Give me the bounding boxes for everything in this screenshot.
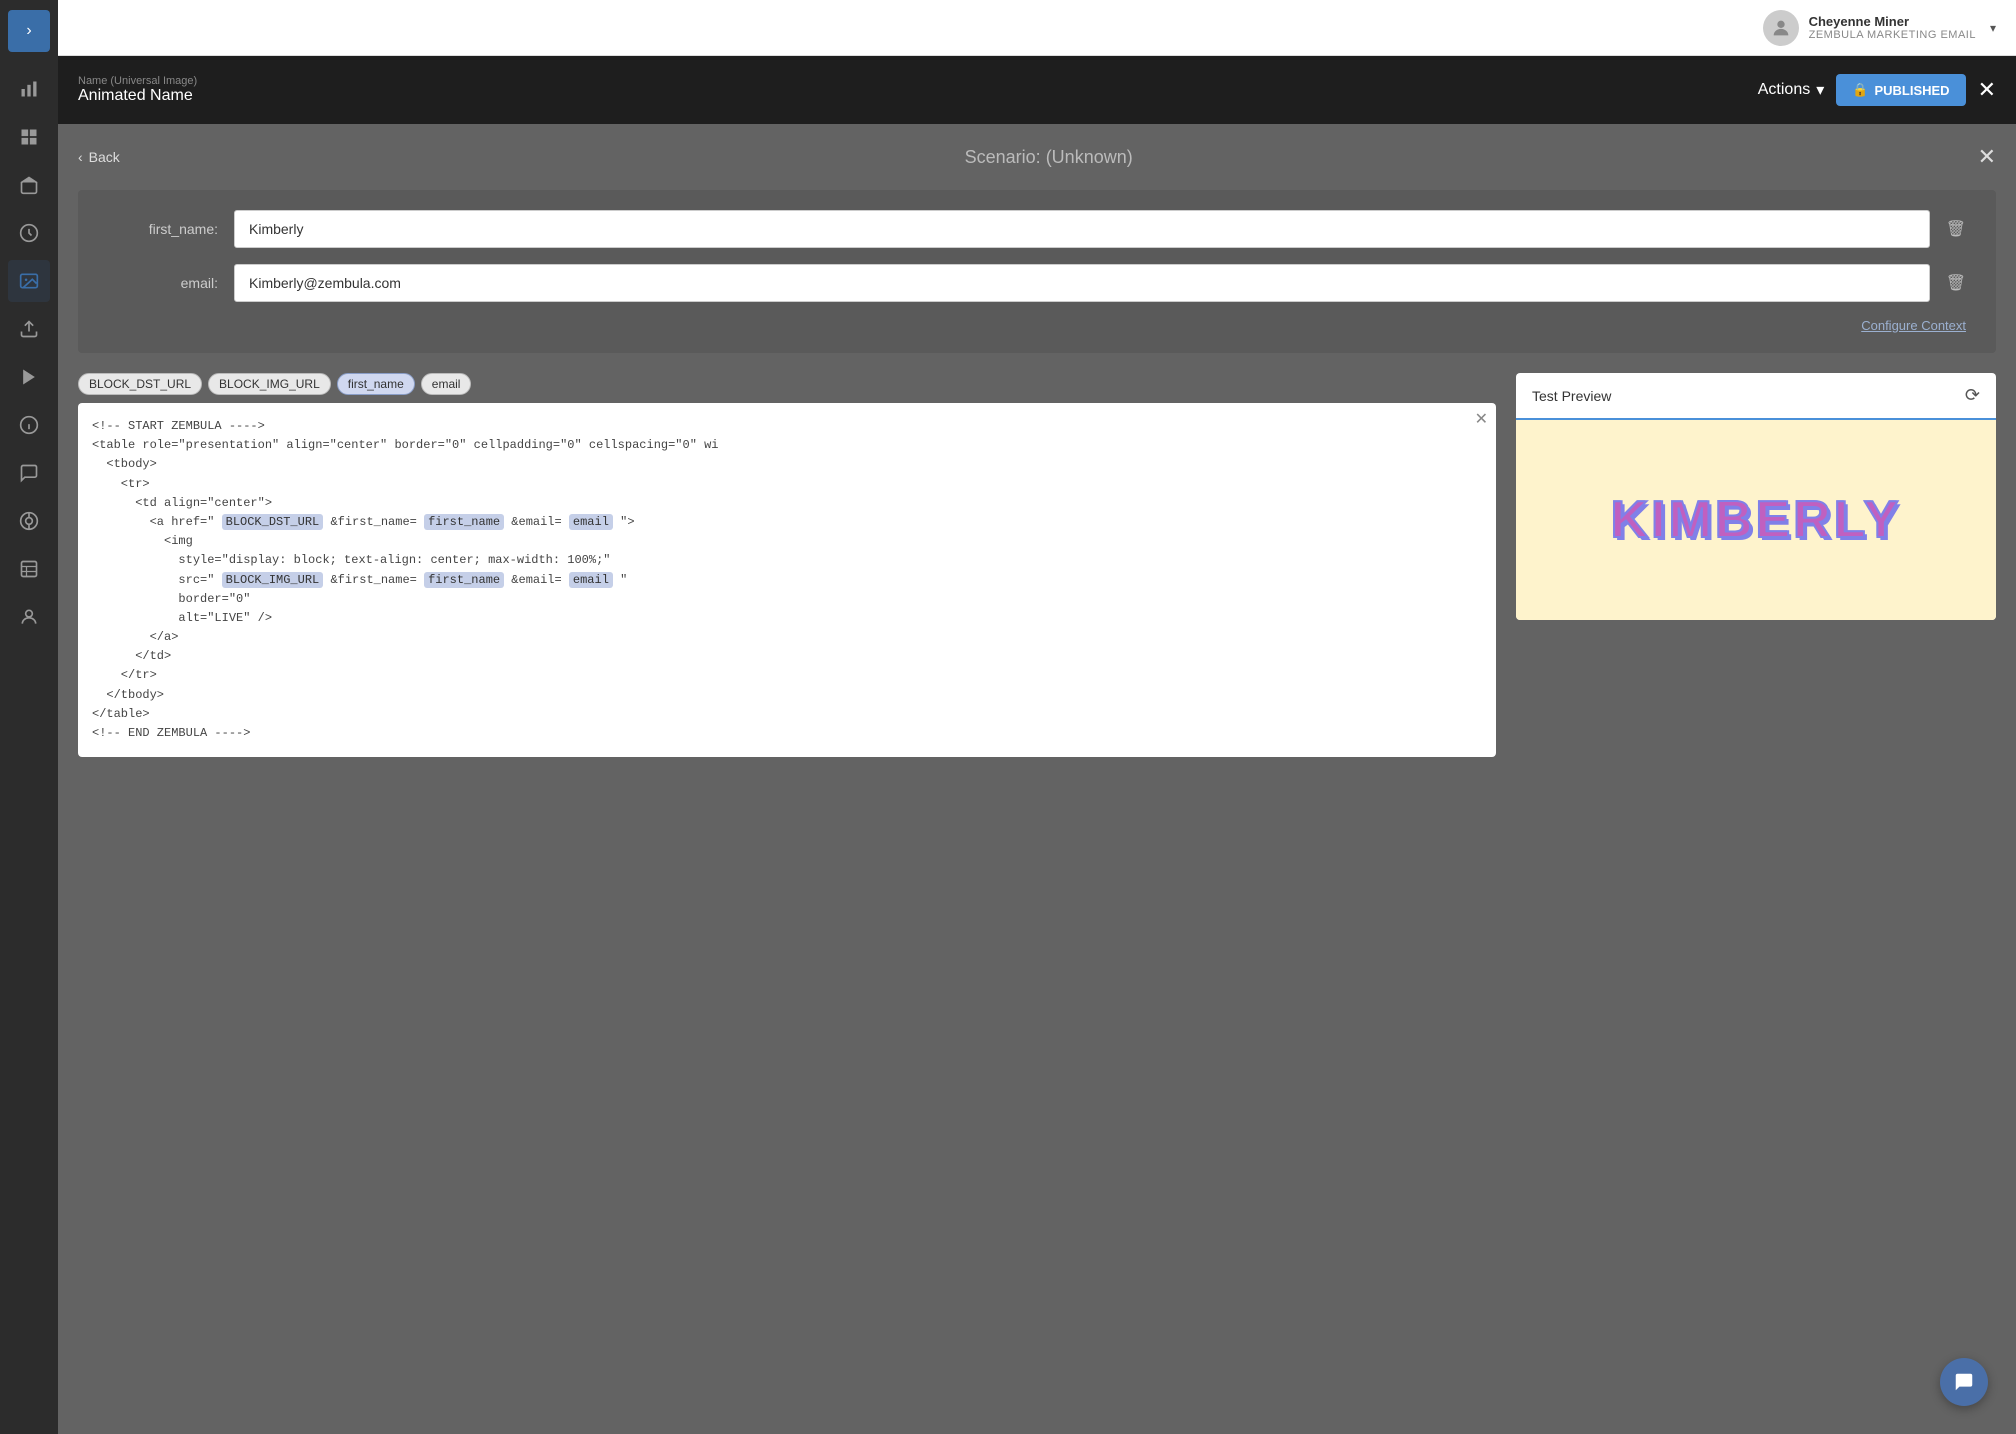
content-sublabel: Name (Universal Image): [78, 75, 197, 87]
sidebar-item-insights[interactable]: [8, 212, 50, 254]
user-org: ZEMBULA MARKETING EMAIL: [1809, 29, 1976, 41]
code-line-3: <tbody>: [92, 455, 1482, 474]
chevron-left-icon: ‹: [78, 149, 83, 165]
preview-panel: Test Preview ⟳ KIMBERLY: [1516, 373, 1996, 620]
scenario-close-button[interactable]: ✕: [1978, 144, 1996, 170]
sidebar-item-upload[interactable]: [8, 308, 50, 350]
code-line-12: </a>: [92, 628, 1482, 647]
code-line-8: style="display: block; text-align: cente…: [92, 551, 1482, 570]
avatar: [1763, 10, 1799, 46]
close-button[interactable]: ✕: [1978, 77, 1996, 103]
scenario-header: ‹ Back Scenario: (Unknown) ✕: [78, 144, 1996, 170]
preview-title: Test Preview: [1532, 388, 1611, 404]
preview-name-text: KIMBERLY: [1611, 490, 1902, 550]
refresh-button[interactable]: ⟳: [1965, 385, 1980, 406]
sidebar-item-messages[interactable]: [8, 452, 50, 494]
tags-row: BLOCK_DST_URL BLOCK_IMG_URL first_name e…: [78, 373, 1496, 395]
form-area: first_name: 🗑 email: 🗑 Configure Context: [78, 190, 1996, 353]
email-input[interactable]: [234, 264, 1930, 302]
first-name-input[interactable]: [234, 210, 1930, 248]
preview-content: KIMBERLY: [1516, 420, 1996, 620]
back-button[interactable]: ‹ Back: [78, 149, 120, 165]
code-line-17: <!-- END ZEMBULA ---->: [92, 724, 1482, 743]
code-line-14: </tr>: [92, 666, 1482, 685]
first-name-label: first_name:: [108, 221, 218, 237]
chat-button[interactable]: [1940, 1358, 1988, 1406]
sidebar-item-campaigns[interactable]: [8, 164, 50, 206]
sidebar-item-images[interactable]: [8, 260, 50, 302]
content-header: Name (Universal Image) Animated Name Act…: [58, 56, 2016, 124]
tag-block-img-url[interactable]: BLOCK_IMG_URL: [208, 373, 331, 395]
form-row-email: email: 🗑: [108, 264, 1966, 302]
close-code-button[interactable]: ✕: [1475, 409, 1488, 429]
tag-email[interactable]: email: [421, 373, 472, 395]
published-button[interactable]: 🔒 PUBLISHED: [1836, 74, 1965, 106]
sidebar-item-table[interactable]: [8, 548, 50, 590]
code-line-2: <table role="presentation" align="center…: [92, 436, 1482, 455]
code-line-5: <td align="center">: [92, 494, 1482, 513]
code-line-11: alt="LIVE" />: [92, 609, 1482, 628]
tag-block-dst-url[interactable]: BLOCK_DST_URL: [78, 373, 202, 395]
code-line-1: <!-- START ZEMBULA ---->: [92, 417, 1482, 436]
code-line-16: </table>: [92, 705, 1482, 724]
actions-button[interactable]: Actions ▾: [1758, 80, 1825, 100]
sidebar-item-integrations[interactable]: [8, 500, 50, 542]
chevron-right-icon: ›: [26, 22, 31, 40]
lock-icon: 🔒: [1852, 82, 1868, 98]
scenario-title: Scenario: (Unknown): [120, 147, 1978, 168]
sidebar: ›: [0, 0, 58, 1434]
sidebar-item-users[interactable]: [8, 596, 50, 638]
user-name: Cheyenne Miner: [1809, 14, 1976, 29]
delete-firstname-button[interactable]: 🗑: [1946, 219, 1966, 239]
preview-header: Test Preview ⟳: [1516, 373, 1996, 420]
user-text: Cheyenne Miner ZEMBULA MARKETING EMAIL: [1809, 14, 1976, 41]
code-editor[interactable]: ✕ <!-- START ZEMBULA ----> <table role="…: [78, 403, 1496, 757]
tag-first-name[interactable]: first_name: [337, 373, 415, 395]
main-area: Cheyenne Miner ZEMBULA MARKETING EMAIL ▾…: [58, 0, 2016, 1434]
delete-email-button[interactable]: 🗑: [1946, 273, 1966, 293]
form-row-firstname: first_name: 🗑: [108, 210, 1966, 248]
code-line-15: </tbody>: [92, 686, 1482, 705]
code-line-10: border="0": [92, 590, 1482, 609]
code-line-6: <a href=" BLOCK_DST_URL &first_name= fir…: [92, 513, 1482, 532]
code-line-13: </td>: [92, 647, 1482, 666]
code-preview-area: BLOCK_DST_URL BLOCK_IMG_URL first_name e…: [78, 373, 1996, 757]
user-info[interactable]: Cheyenne Miner ZEMBULA MARKETING EMAIL ▾: [1763, 10, 1996, 46]
configure-context-link[interactable]: Configure Context: [108, 318, 1966, 333]
content-title: Animated Name: [78, 87, 197, 105]
chevron-down-icon: ▾: [1990, 21, 1996, 35]
code-line-9: src=" BLOCK_IMG_URL &first_name= first_n…: [92, 571, 1482, 590]
content-header-left: Name (Universal Image) Animated Name: [78, 75, 197, 105]
expand-button[interactable]: ›: [8, 10, 50, 52]
code-editor-wrap: BLOCK_DST_URL BLOCK_IMG_URL first_name e…: [78, 373, 1496, 757]
top-header: Cheyenne Miner ZEMBULA MARKETING EMAIL ▾: [58, 0, 2016, 56]
sidebar-item-analytics[interactable]: [8, 68, 50, 110]
chevron-down-icon: ▾: [1816, 80, 1824, 100]
sidebar-item-play[interactable]: [8, 356, 50, 398]
email-label: email:: [108, 275, 218, 291]
preview-wrap: Test Preview ⟳ KIMBERLY: [1516, 373, 1996, 757]
scenario-area: ‹ Back Scenario: (Unknown) ✕ first_name:…: [58, 124, 2016, 1434]
content-header-right: Actions ▾ 🔒 PUBLISHED ✕: [1758, 74, 1996, 106]
code-line-7: <img: [92, 532, 1482, 551]
code-line-4: <tr>: [92, 475, 1482, 494]
sidebar-item-info[interactable]: [8, 404, 50, 446]
sidebar-item-grid[interactable]: [8, 116, 50, 158]
